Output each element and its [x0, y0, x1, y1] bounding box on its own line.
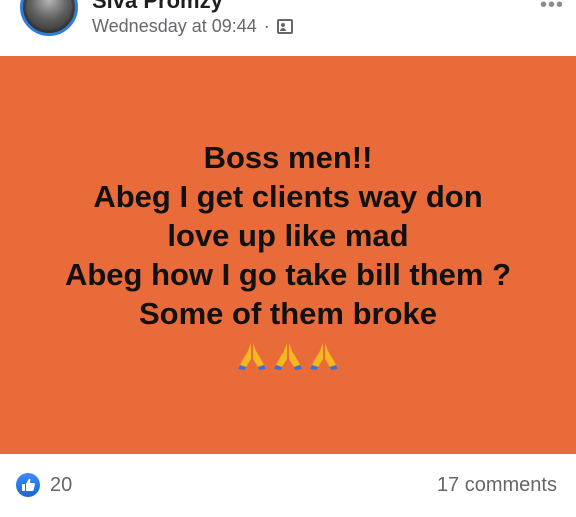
- more-options-icon[interactable]: •••: [540, 0, 564, 17]
- friends-icon[interactable]: [276, 19, 293, 34]
- post-text-line: Boss men!!: [203, 139, 373, 175]
- post-text-line: Abeg I get clients way don: [93, 178, 483, 214]
- post-content: Boss men!! Abeg I get clients way don lo…: [0, 56, 576, 454]
- like-icon[interactable]: [16, 473, 40, 497]
- praying-hands-icon: [274, 342, 302, 370]
- praying-hands-icon: [238, 342, 266, 370]
- post-text-line: love up like mad: [167, 217, 409, 253]
- post-text-line: Some of them broke: [139, 295, 437, 331]
- post-footer: 20 17 comments: [0, 454, 576, 517]
- meta-separator: ·: [263, 16, 270, 36]
- avatar[interactable]: [20, 0, 78, 36]
- thumbs-up-icon: [22, 478, 35, 491]
- reaction-count[interactable]: 20: [50, 474, 72, 497]
- post-text-line: Abeg how I go take bill them ?: [64, 256, 512, 292]
- praying-hands-icon: [310, 342, 338, 370]
- author-name[interactable]: Siva Promzy: [92, 0, 223, 14]
- post-text: Boss men!! Abeg I get clients way don lo…: [65, 138, 511, 333]
- post-timestamp[interactable]: Wednesday at 09:44: [92, 16, 257, 37]
- avatar-image: [26, 0, 72, 30]
- comments-count-link[interactable]: 17 comments: [437, 474, 557, 497]
- post-header: Siva Promzy Wednesday at 09:44 · •••: [0, 0, 576, 56]
- praying-hands-emoji: [236, 339, 340, 371]
- post-meta: Wednesday at 09:44 ·: [92, 16, 293, 37]
